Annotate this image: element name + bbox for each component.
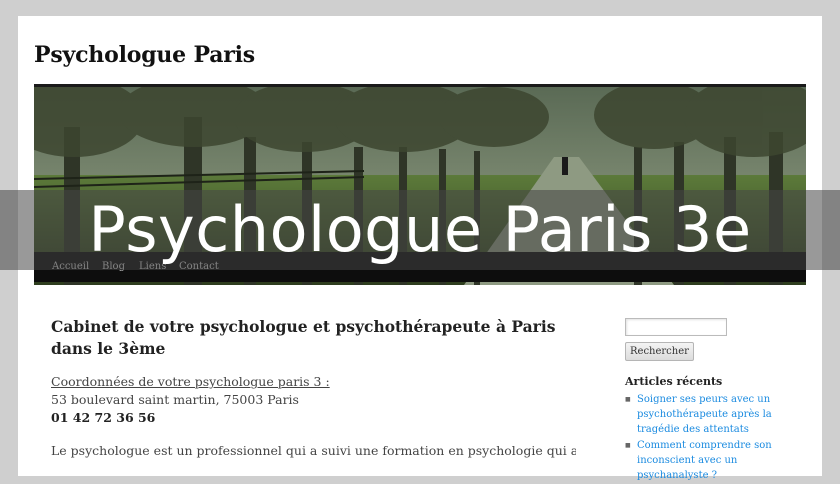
article-content: Cabinet de votre psychologue et psychoth… xyxy=(51,316,576,458)
phone-text: 01 42 72 36 56 xyxy=(51,410,156,425)
address-text: 53 boulevard saint martin, 75003 Paris xyxy=(51,392,299,407)
recent-post-link[interactable]: Comment comprendre son inconscient avec … xyxy=(625,438,799,483)
recent-post-link[interactable]: Soigner ses peurs avec un psychothérapeu… xyxy=(625,392,799,437)
recent-posts-list: Soigner ses peurs avec un psychothérapeu… xyxy=(625,392,805,483)
search-button[interactable]: Rechercher xyxy=(625,342,694,361)
site-title[interactable]: Psychologue Paris xyxy=(34,42,255,68)
article-heading: Cabinet de votre psychologue et psychoth… xyxy=(51,317,556,358)
overlay-title: Psychologue Paris 3e xyxy=(88,193,752,266)
search-input[interactable] xyxy=(625,318,727,336)
contact-link[interactable]: Coordonnées de votre psychologue paris 3… xyxy=(51,374,576,389)
recent-posts-title: Articles récents xyxy=(625,375,723,388)
sidebar: Rechercher Articles récents Soigner ses … xyxy=(625,318,805,484)
intro-paragraph: Le psychologue est un professionnel qui … xyxy=(51,443,576,458)
